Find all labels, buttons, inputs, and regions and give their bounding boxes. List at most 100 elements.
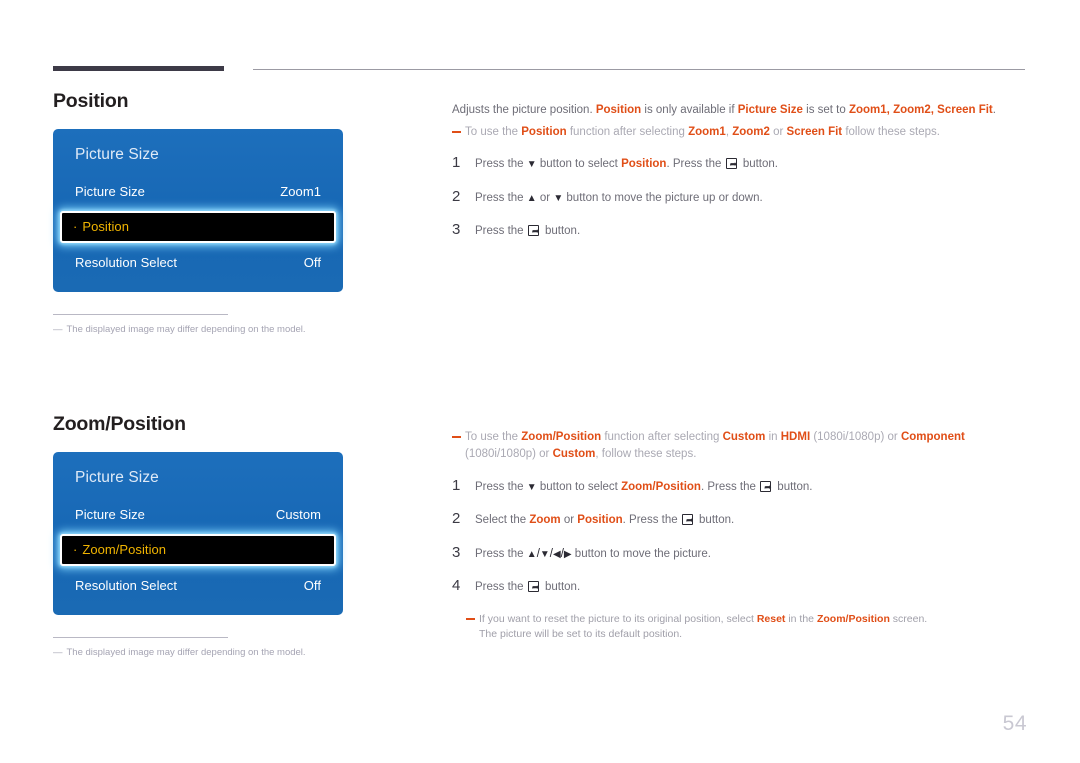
step-text-part: button to select: [536, 480, 622, 493]
osd-row-value: Custom: [275, 507, 321, 523]
osd-row-label: Position: [82, 219, 129, 235]
step-text-part: Press the: [475, 225, 527, 238]
note-text-part: The picture will be set to its default p…: [479, 627, 683, 640]
osd-footnote-block: ― The displayed image may differ dependi…: [53, 314, 343, 337]
step-text: Press the ▲ or ▼ button to move the pict…: [475, 189, 763, 207]
osd-row-label: Picture Size: [75, 184, 145, 200]
step-text: Press the ▼ button to select Position. P…: [475, 155, 778, 173]
step-text-part: Press the: [475, 581, 527, 594]
tip-emphasis: Position: [521, 125, 567, 138]
zoom-position-steps-list: 1 Press the ▼ button to select Zoom/Posi…: [452, 476, 1032, 596]
osd-row-position-selected[interactable]: · Position: [60, 211, 336, 244]
tip-dash-icon: [452, 436, 461, 438]
osd-row-resolution-select[interactable]: Resolution Select Off: [53, 249, 343, 276]
tip-text: in: [765, 431, 781, 443]
osd-row-value: Off: [303, 578, 321, 594]
section-zoom-position-right-column: To use the Zoom/Position function after …: [452, 425, 1032, 642]
page-title: Position: [53, 90, 129, 112]
step-text: Press the ▲/▼/◀/▶ button to move the pic…: [475, 547, 711, 560]
position-tip: To use the Position function after selec…: [452, 124, 1032, 141]
step-text-part: button to move the picture up or down.: [563, 191, 763, 204]
step-text-part: or: [536, 191, 554, 204]
step-text-part: button to move the picture.: [571, 547, 711, 560]
step-text-part: Press the: [475, 480, 527, 493]
step-item: 3 Press the ▲/▼/◀/▶ button to move the p…: [452, 543, 1032, 563]
desc-text: is only available if: [641, 104, 738, 116]
note-text-part: screen.: [889, 612, 928, 625]
tip-emphasis: Custom: [722, 431, 766, 443]
step-number: 3: [452, 221, 461, 239]
osd-row-resolution-select[interactable]: Resolution Select Off: [53, 572, 343, 599]
step-text-part: . Press the: [666, 158, 725, 171]
osd-row-value: Zoom1: [280, 184, 321, 200]
osd-menu-picture-size[interactable]: Picture Size Picture Size Zoom1 · Positio…: [53, 129, 343, 293]
arrow-down-icon: ▼: [539, 548, 550, 560]
step-item: 2 Select the Zoom or Position. Press the…: [452, 511, 1032, 529]
note-emphasis: Zoom/Position: [816, 612, 890, 625]
step-text-part: button.: [774, 480, 813, 493]
enter-button-icon: ➦: [681, 514, 695, 526]
desc-text: Adjusts the picture position.: [452, 104, 596, 116]
step-item: 4 Press the ➦ button.: [452, 578, 1032, 596]
osd-row-picture-size[interactable]: Picture Size Custom: [53, 501, 343, 528]
arrow-right-icon: ▶: [563, 548, 572, 560]
osd-row-position-wrapper: · Position: [53, 208, 343, 246]
step-text-part: . Press the: [622, 514, 681, 527]
desc-emphasis: Picture Size: [737, 104, 803, 116]
section-position-left-column: Position Picture Size Picture Size Zoom1…: [53, 90, 433, 337]
footnote-dash-icon: ―: [53, 324, 63, 336]
page-header-rules: [0, 0, 1080, 80]
step-item: 1 Press the ▼ button to select Zoom/Posi…: [452, 476, 1032, 496]
desc-emphasis: Position: [595, 104, 642, 116]
step-text-part: button.: [541, 581, 581, 594]
arrow-up-icon: ▲: [526, 548, 537, 560]
position-steps-list: 1 Press the ▼ button to select Position.…: [452, 155, 1032, 240]
osd-row-picture-size[interactable]: Picture Size Zoom1: [53, 178, 343, 205]
footnote-dash-icon: ―: [53, 647, 63, 659]
step-text-part: . Press the: [700, 480, 760, 493]
osd-row-zoom-position-selected[interactable]: · Zoom/Position: [60, 534, 336, 567]
osd-row-label: Zoom/Position: [82, 542, 167, 558]
enter-button-icon: ➦: [725, 158, 739, 170]
osd-row-label: Resolution Select: [75, 255, 178, 271]
enter-button-icon: ➦: [760, 480, 773, 492]
osd-footnote: ― The displayed image may differ dependi…: [53, 647, 343, 660]
footnote-text: The displayed image may differ depending…: [66, 647, 306, 659]
osd-row-label: Resolution Select: [75, 578, 178, 594]
note-text-part: in the: [785, 612, 817, 625]
step-number: 4: [452, 577, 461, 595]
tip-emphasis: Screen Fit: [786, 125, 843, 138]
desc-text: is set to: [802, 104, 849, 116]
step-text: Press the ➦ button.: [475, 578, 580, 596]
osd-footnote: ― The displayed image may differ dependi…: [53, 324, 343, 337]
zoom-position-reset-note: If you want to reset the picture to its …: [466, 612, 1032, 642]
enter-button-icon: ➦: [527, 225, 541, 237]
footnote-divider: [53, 637, 228, 639]
osd-row-label: Picture Size: [75, 507, 145, 523]
tip-emphasis: Zoom1: [688, 125, 726, 138]
tip-text: (1080i/1080p) or: [465, 448, 553, 461]
step-emphasis: Position: [577, 514, 623, 527]
step-text-part: Press the: [475, 547, 527, 560]
tip-emphasis: HDMI: [780, 431, 811, 443]
desc-emphasis: Zoom1, Zoom2, Screen Fit: [848, 104, 993, 116]
step-number: 3: [452, 543, 461, 561]
arrow-down-icon: ▼: [526, 481, 537, 493]
tip-text: To use the: [465, 125, 522, 138]
arrow-left-icon: ◀: [553, 548, 561, 560]
note-text-part: If you want to reset the picture to its …: [479, 612, 757, 625]
step-number: 2: [452, 187, 461, 205]
tip-emphasis: Zoom/Position: [521, 431, 602, 443]
tip-text: or: [769, 125, 787, 138]
step-item: 3 Press the ➦ button.: [452, 222, 1032, 240]
osd-menu-picture-size[interactable]: Picture Size Picture Size Custom · Zoom/P…: [53, 452, 343, 616]
step-text: Press the ➦ button.: [475, 222, 580, 240]
tip-text: function after selecting: [566, 125, 689, 138]
step-text-part: Select the: [475, 514, 530, 527]
page-title: Zoom/Position: [53, 413, 186, 435]
step-text-part: button to select: [536, 158, 622, 171]
step-text-part: Press the: [475, 158, 527, 171]
step-number: 1: [452, 476, 461, 494]
step-number: 1: [452, 154, 461, 172]
step-text-part: Press the: [475, 191, 527, 204]
